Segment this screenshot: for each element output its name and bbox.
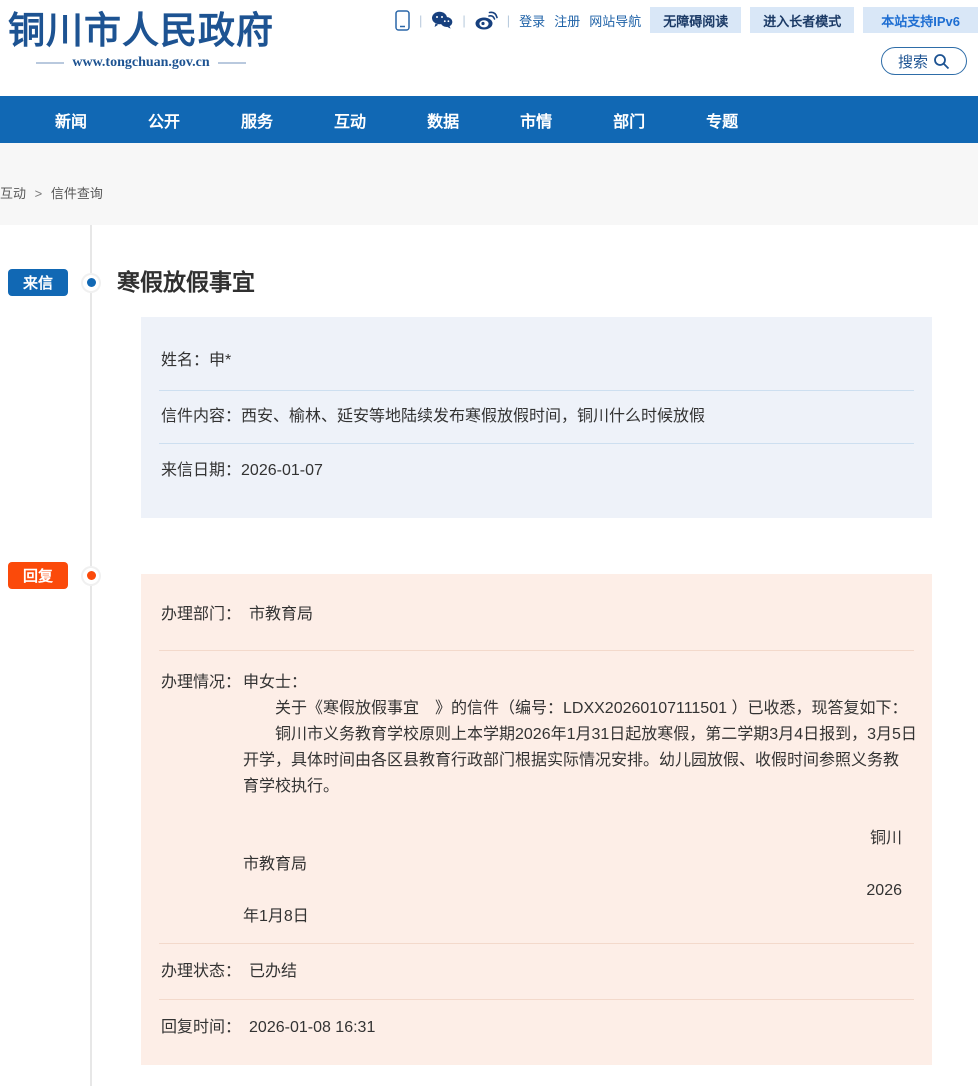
ipv6-support-badge: 本站支持IPv6 bbox=[863, 7, 978, 33]
elder-mode-button[interactable]: 进入长者模式 bbox=[750, 7, 854, 33]
reply-time-row: 回复时间： 2026-01-08 16:31 bbox=[141, 1000, 932, 1065]
accessibility-reading-button[interactable]: 无障碍阅读 bbox=[650, 7, 741, 33]
login-link[interactable]: 登录 bbox=[519, 11, 545, 30]
mobile-icon[interactable] bbox=[395, 10, 410, 31]
site-url: www.tongchuan.gov.cn bbox=[72, 55, 209, 71]
weibo-icon[interactable] bbox=[475, 11, 498, 30]
logo-rule-left bbox=[36, 62, 64, 64]
nav-item-city[interactable]: 市情 bbox=[520, 108, 552, 132]
reply-line: 育学校执行。 bbox=[243, 774, 912, 800]
reply-badge: 回复 bbox=[8, 562, 68, 589]
reply-department-label: 办理部门： bbox=[161, 606, 241, 623]
letter-name-value: 申* bbox=[209, 352, 231, 369]
separator: | bbox=[507, 13, 510, 28]
reply-time-value: 2026-01-08 16:31 bbox=[249, 1019, 375, 1036]
site-header: 铜川市人民政府 www.tongchuan.gov.cn | bbox=[0, 0, 978, 96]
reply-section: 回复 办理部门： 市教育局 办理情况： 申女士： 关于《寒假放假事宜 》的信件（编… bbox=[0, 562, 978, 1065]
reply-situation-content: 申女士： 关于《寒假放假事宜 》的信件（编号：LDXX2026010711150… bbox=[243, 670, 912, 930]
nav-item-departments[interactable]: 部门 bbox=[613, 108, 645, 132]
main-nav: 新闻 公开 服务 互动 数据 市情 部门 专题 bbox=[0, 96, 978, 143]
search-button[interactable]: 搜索 bbox=[881, 47, 967, 75]
nav-item-interaction[interactable]: 互动 bbox=[334, 108, 366, 132]
reply-signature-date-line: 2026 bbox=[243, 878, 912, 904]
wechat-icon[interactable] bbox=[431, 11, 453, 29]
reply-status-label: 办理状态： bbox=[161, 963, 241, 980]
breadcrumb-separator: > bbox=[35, 186, 43, 201]
nav-item-disclosure[interactable]: 公开 bbox=[148, 108, 180, 132]
separator: | bbox=[419, 13, 422, 28]
letter-name-label: 姓名： bbox=[161, 352, 209, 369]
register-link[interactable]: 注册 bbox=[554, 11, 580, 30]
site-logo[interactable]: 铜川市人民政府 www.tongchuan.gov.cn bbox=[8, 12, 274, 71]
timeline-dot-incoming bbox=[83, 275, 99, 291]
reply-signature-line: 铜川 bbox=[243, 826, 912, 852]
reply-line: 开学，具体时间由各区县教育行政部门根据实际情况安排。幼儿园放假、收假时间参照义务… bbox=[243, 748, 912, 774]
reply-header: 回复 bbox=[0, 562, 978, 589]
reply-line: 铜川市义务教育学校原则上本学期2026年1月31日起放寒假，第二学期3月4日报到… bbox=[243, 722, 912, 748]
search-button-label: 搜索 bbox=[898, 51, 928, 72]
reply-signature-date-line: 年1月8日 bbox=[243, 904, 912, 930]
nav-item-data[interactable]: 数据 bbox=[427, 108, 459, 132]
reply-time-label: 回复时间： bbox=[161, 1019, 241, 1036]
breadcrumb-band: 互动 > 信件查询 bbox=[0, 143, 978, 225]
logo-rule-right bbox=[218, 62, 246, 64]
breadcrumb: 互动 > 信件查询 bbox=[0, 186, 978, 202]
reply-line: 关于《寒假放假事宜 》的信件（编号：LDXX20260107111501 ）已收… bbox=[243, 696, 912, 722]
site-logo-title: 铜川市人民政府 bbox=[8, 12, 274, 52]
letter-date-value: 2026-01-07 bbox=[241, 462, 323, 479]
page-title: 寒假放假事宜 bbox=[117, 269, 255, 296]
reply-signature-line: 市教育局 bbox=[243, 852, 912, 878]
reply-status-row: 办理状态： 已办结 bbox=[141, 944, 932, 999]
letter-detail-content: 来信 寒假放假事宜 姓名：申* 信件内容：西安、榆林、延安等地陆续发布寒假放假时… bbox=[0, 225, 978, 1086]
timeline-line bbox=[90, 225, 92, 1086]
reply-department-value: 市教育局 bbox=[249, 606, 313, 623]
reply-line: 申女士： bbox=[243, 670, 912, 696]
nav-item-services[interactable]: 服务 bbox=[241, 108, 273, 132]
separator: | bbox=[462, 13, 465, 28]
letter-date-label: 来信日期： bbox=[161, 462, 241, 479]
nav-item-news[interactable]: 新闻 bbox=[55, 108, 87, 132]
incoming-letter-header: 来信 寒假放假事宜 bbox=[0, 269, 978, 296]
incoming-letter-badge: 来信 bbox=[8, 269, 68, 296]
utility-row: | | bbox=[395, 7, 978, 33]
breadcrumb-interaction[interactable]: 互动 bbox=[0, 186, 26, 201]
reply-status-value: 已办结 bbox=[249, 963, 297, 980]
reply-situation-label: 办理情况： bbox=[161, 670, 243, 930]
letter-name-row: 姓名：申* bbox=[141, 317, 932, 390]
letter-date-row: 来信日期：2026-01-07 bbox=[141, 444, 932, 518]
timeline-dot-reply bbox=[83, 568, 99, 584]
nav-item-topics[interactable]: 专题 bbox=[706, 108, 738, 132]
reply-blank-line bbox=[243, 800, 912, 826]
letter-content-row: 信件内容：西安、榆林、延安等地陆续发布寒假放假时间，铜川什么时候放假 bbox=[141, 391, 932, 443]
reply-info-box: 办理部门： 市教育局 办理情况： 申女士： 关于《寒假放假事宜 》的信件（编号：L… bbox=[141, 574, 932, 1065]
letter-content-label: 信件内容： bbox=[161, 408, 241, 425]
letter-info-box: 姓名：申* 信件内容：西安、榆林、延安等地陆续发布寒假放假时间，铜川什么时候放假… bbox=[141, 317, 932, 518]
site-logo-subtitle: www.tongchuan.gov.cn bbox=[8, 55, 274, 71]
site-map-link[interactable]: 网站导航 bbox=[589, 11, 641, 30]
letter-content-value: 西安、榆林、延安等地陆续发布寒假放假时间，铜川什么时候放假 bbox=[241, 408, 705, 425]
incoming-letter-section: 来信 寒假放假事宜 姓名：申* 信件内容：西安、榆林、延安等地陆续发布寒假放假时… bbox=[0, 269, 978, 518]
search-icon bbox=[933, 53, 950, 70]
header-right: | | bbox=[395, 0, 978, 75]
reply-situation-row: 办理情况： 申女士： 关于《寒假放假事宜 》的信件（编号：LDXX2026010… bbox=[141, 651, 932, 943]
breadcrumb-letter-query[interactable]: 信件查询 bbox=[51, 186, 103, 201]
